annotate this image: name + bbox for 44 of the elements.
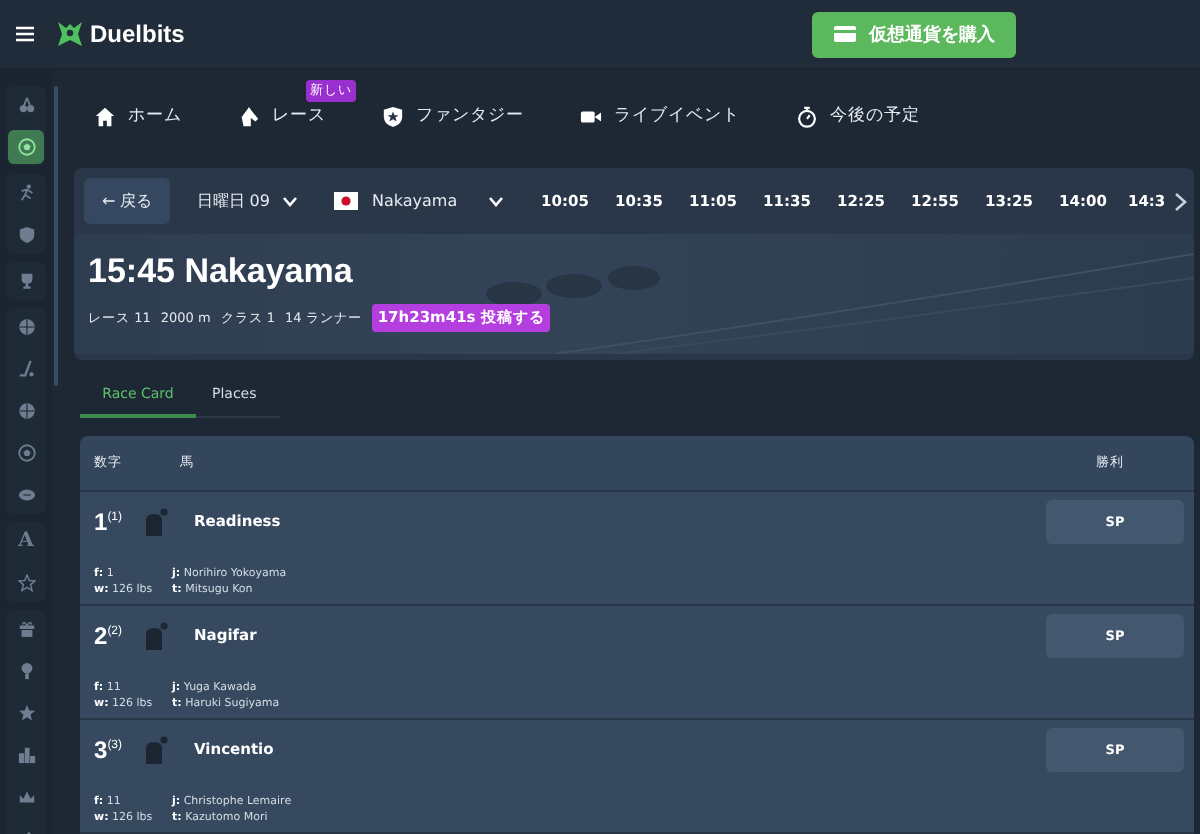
runner-number: 1$^{(1)}$	[94, 507, 125, 535]
sidebar-item[interactable]	[8, 130, 44, 164]
brand-name: Duelbits	[90, 20, 185, 48]
home-icon	[94, 105, 116, 127]
day-dropdown[interactable]: 日曜日 09	[196, 190, 298, 212]
nav-link[interactable]: ライブイベント	[580, 104, 740, 128]
stopwatch-icon	[796, 105, 818, 127]
soccer-ball-icon	[17, 138, 35, 156]
back-button[interactable]: ← 戻る	[84, 178, 171, 224]
nav-link[interactable]: 今後の予定	[796, 104, 920, 128]
football-icon	[17, 486, 35, 504]
trophy-icon	[17, 272, 35, 290]
venue-dropdown[interactable]: Nakayama	[333, 192, 504, 210]
crown-icon	[17, 788, 35, 806]
logo-icon	[56, 20, 84, 48]
runner-icon	[17, 184, 35, 202]
runner-number: 3$^{(3)}$	[94, 735, 125, 763]
chevron-down-icon	[487, 195, 504, 207]
shield-icon	[17, 226, 35, 244]
japan-flag-icon	[333, 192, 358, 210]
shield-icon	[382, 105, 404, 127]
cherries-icon	[17, 96, 35, 114]
hockey-stick-icon	[17, 360, 35, 378]
gift-icon	[17, 620, 35, 638]
podium-icon	[17, 746, 35, 764]
horse-head-icon	[238, 105, 260, 127]
nav-link[interactable]: レース	[238, 104, 326, 128]
jockey-silks-icon	[140, 507, 168, 535]
chevron-down-icon	[281, 195, 298, 207]
soccer-ball-icon	[17, 444, 35, 462]
jockey-silks-icon	[140, 621, 168, 649]
menu-icon[interactable]	[16, 26, 34, 42]
card-icon	[834, 26, 857, 42]
runner-number: 2$^{(2)}$	[94, 621, 125, 649]
ball-icon	[17, 318, 35, 336]
star-icon	[17, 574, 35, 592]
race-title: 15:45 Nakayama	[88, 252, 355, 292]
lightbulb-icon	[17, 662, 35, 680]
nav-link[interactable]: ホーム	[94, 104, 182, 128]
star-icon	[17, 704, 35, 722]
ball-icon	[17, 402, 35, 420]
chevron-right-icon[interactable]	[1174, 191, 1188, 211]
nav-link[interactable]: ファンタジー	[382, 104, 524, 128]
jockey-silks-icon	[140, 735, 168, 763]
